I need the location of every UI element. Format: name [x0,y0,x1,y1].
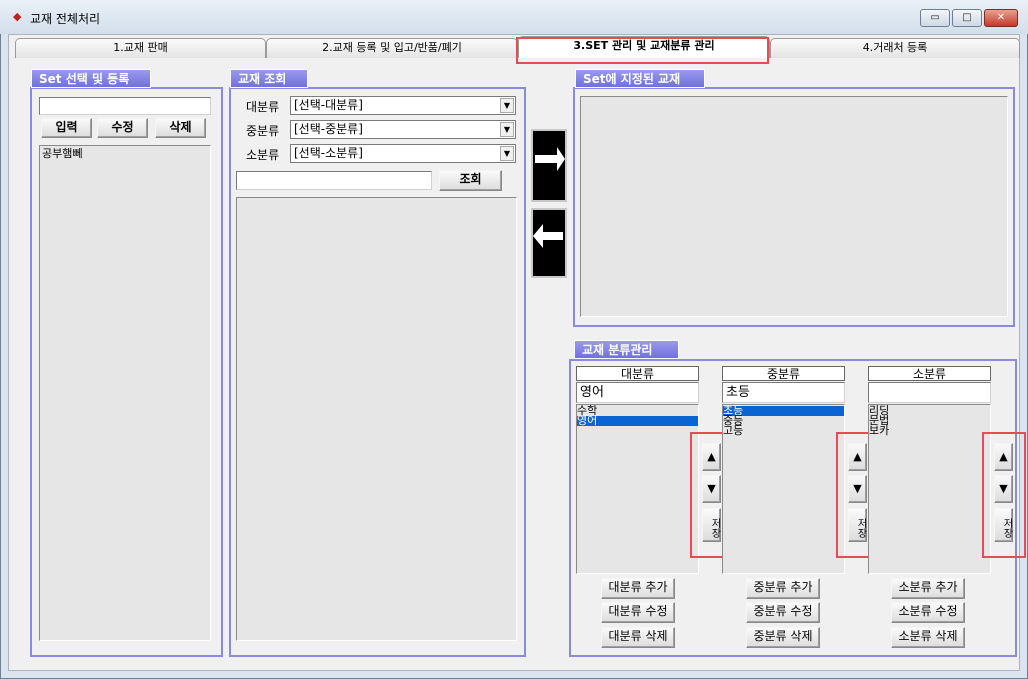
arrow-left-icon [533,224,563,248]
dropdown-arrow-icon[interactable]: ▼ [500,146,514,161]
arrow-right-icon [535,147,565,171]
list-item[interactable]: 고등 [723,425,844,436]
mid-category-label: 중분류 [246,124,280,138]
set-name-input[interactable] [39,97,211,115]
small-add-button[interactable]: 소분류 추가 [891,578,965,599]
large-add-button[interactable]: 대분류 추가 [601,578,675,599]
large-delete-button[interactable]: 대분류 삭제 [601,627,675,648]
set-delete-button[interactable]: 삭제 [155,118,206,138]
dropdown-arrow-icon[interactable]: ▼ [500,122,514,137]
book-search-input[interactable] [236,171,432,190]
set-books-list[interactable] [580,96,1008,317]
minimize-button[interactable]: ▭ [920,9,950,27]
small-category-label: 소분류 [246,148,280,162]
add-to-set-button[interactable] [531,129,567,202]
small-column-header: 소분류 [868,366,991,381]
large-category-list[interactable]: 수학 영어 [576,404,699,574]
app-book-icon: ◆ [13,10,22,23]
tab-vendor[interactable]: 4.거래처 등록 [770,38,1020,58]
highlight-tab [516,37,769,64]
set-panel-title: Set 선택 및 등록 [31,69,151,88]
title-bar [0,0,1028,34]
small-edit-button[interactable]: 소분류 수정 [891,602,965,623]
mid-category-list[interactable]: 초등 중등 고등 [722,404,845,574]
mid-edit-button[interactable]: 중분류 수정 [746,602,820,623]
set-books-panel-title: Set에 지정된 교재 [575,69,705,88]
mid-category-input[interactable]: 초등 [722,382,845,403]
large-category-value: [선택-대분류] [294,98,363,112]
close-button[interactable]: ✕ [984,9,1018,27]
small-category-select[interactable]: [선택-소분류] ▼ [290,144,516,163]
list-item-selected[interactable]: 영어 [577,415,698,426]
highlight-small-order [982,432,1026,558]
mid-delete-button[interactable]: 중분류 삭제 [746,627,820,648]
set-input-button[interactable]: 입력 [41,118,92,138]
set-list[interactable]: 공부햄뻬 [39,145,211,641]
lookup-panel-title: 교재 조회 [230,69,308,88]
mid-category-select[interactable]: [선택-중분류] ▼ [290,120,516,139]
book-search-results[interactable] [236,197,517,641]
set-edit-button[interactable]: 수정 [97,118,148,138]
search-button[interactable]: 조회 [439,170,502,191]
small-category-value: [선택-소분류] [294,146,363,160]
large-category-input[interactable]: 영어 [576,382,699,403]
category-panel-title: 교재 분류관리 [574,340,679,359]
mid-add-button[interactable]: 중분류 추가 [746,578,820,599]
maximize-button[interactable]: □ [952,9,982,27]
tab-registration[interactable]: 2.교재 등록 및 입고/반품/폐기 [266,38,518,58]
small-category-input[interactable] [868,382,991,403]
set-list-item[interactable]: 공부햄뻬 [42,148,208,160]
large-column-header: 대분류 [576,366,699,381]
large-category-label: 대분류 [246,100,280,114]
large-edit-button[interactable]: 대분류 수정 [601,602,675,623]
tab-sales[interactable]: 1.교재 판매 [15,38,266,58]
mid-category-value: [선택-중분류] [294,122,363,136]
mid-column-header: 중분류 [722,366,845,381]
small-delete-button[interactable]: 소분류 삭제 [891,627,965,648]
dropdown-arrow-icon[interactable]: ▼ [500,98,514,113]
small-category-list[interactable]: 리딩 문법 보카 [868,404,991,574]
window-title: 교재 전체처리 [30,12,101,26]
large-category-select[interactable]: [선택-대분류] ▼ [290,96,516,115]
list-item[interactable]: 보카 [869,425,990,436]
remove-from-set-button[interactable] [531,208,567,278]
